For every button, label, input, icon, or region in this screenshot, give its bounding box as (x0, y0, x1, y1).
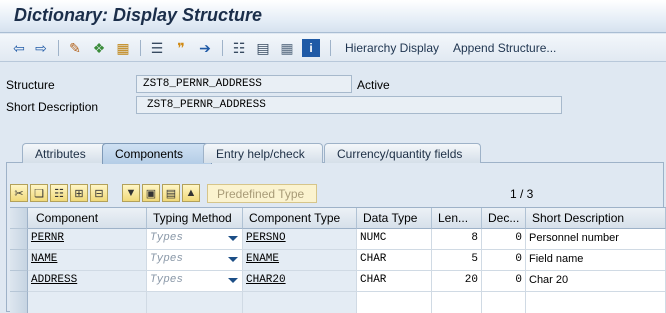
decimals-cell (482, 292, 526, 313)
chevron-down-icon[interactable] (228, 257, 238, 262)
hierarchy-display-button[interactable]: Hierarchy Display (345, 41, 439, 55)
paste-icon[interactable]: ☷ (50, 184, 68, 202)
object-list-icon[interactable]: ➔ (196, 39, 214, 57)
component-name: PERNR (31, 232, 65, 244)
component-name: NAME (31, 253, 58, 265)
data-type-cell: NUMC (357, 229, 432, 250)
row-selector[interactable] (10, 229, 28, 250)
column-header-component[interactable]: Component (28, 208, 147, 229)
column-header-length[interactable]: Len... (432, 208, 482, 229)
column-header-short-description[interactable]: Short Description (526, 208, 666, 229)
length-cell (432, 292, 482, 313)
change-display-icon[interactable]: ❖ (90, 39, 108, 57)
row-selector[interactable] (10, 250, 28, 271)
column-header-decimals[interactable]: Dec... (482, 208, 526, 229)
where-used-icon[interactable]: ☰ (148, 39, 166, 57)
chevron-down-icon[interactable] (228, 278, 238, 283)
forward-arrow-icon[interactable]: ⇨ (32, 39, 50, 57)
tab-entry-help-check[interactable]: Entry help/check (203, 143, 323, 163)
component-type-cell[interactable]: CHAR20 (243, 271, 357, 292)
component-type-value: CHAR20 (246, 274, 286, 286)
component-cell[interactable]: PERNR (28, 229, 147, 250)
window-title: Dictionary: Display Structure (14, 5, 263, 25)
activate-icon[interactable]: ▦ (114, 39, 132, 57)
component-type-cell[interactable]: PERSNO (243, 229, 357, 250)
status-text: Active (357, 78, 390, 92)
back-arrow-icon[interactable]: ⇦ (10, 39, 28, 57)
copy-icon[interactable]: ❏ (30, 184, 48, 202)
component-type-value: PERSNO (246, 232, 286, 244)
length-cell: 5 (432, 250, 482, 271)
short-description-cell: Personnel number (526, 229, 666, 250)
info-icon[interactable]: i (302, 39, 320, 57)
typing-method-cell[interactable]: Types (147, 250, 243, 271)
decimals-cell: 0 (482, 250, 526, 271)
data-type-cell: CHAR (357, 250, 432, 271)
data-type-cell (357, 292, 432, 313)
component-type-cell[interactable] (243, 292, 357, 313)
typing-method-value: Types (150, 253, 184, 265)
decimals-cell: 0 (482, 229, 526, 250)
components-table: Component Typing Method Component Type D… (10, 207, 666, 313)
tab-components[interactable]: Components (102, 143, 212, 164)
data-type-cell: CHAR (357, 271, 432, 292)
cut-icon[interactable]: ✂ (10, 184, 28, 202)
typing-method-cell[interactable]: Types (147, 271, 243, 292)
component-cell[interactable]: ADDRESS (28, 271, 147, 292)
chevron-down-icon[interactable] (228, 236, 238, 241)
tab-currency-quantity-fields[interactable]: Currency/quantity fields (324, 143, 481, 163)
insert-include-icon[interactable]: ▼ (122, 184, 140, 202)
component-name: ADDRESS (31, 274, 78, 286)
row-selector[interactable] (10, 271, 28, 292)
component-cell[interactable]: NAME (28, 250, 147, 271)
new-rows-icon[interactable]: ▣ (142, 184, 160, 202)
component-type-value: ENAME (246, 253, 280, 265)
select-all-cell[interactable] (10, 208, 28, 229)
sort-icon[interactable]: ▤ (162, 184, 180, 202)
component-cell[interactable] (28, 292, 147, 313)
length-cell: 20 (432, 271, 482, 292)
component-type-cell[interactable]: ENAME (243, 250, 357, 271)
title-bar: Dictionary: Display Structure (0, 0, 666, 33)
structure-field[interactable]: ZST8_PERNR_ADDRESS (136, 75, 352, 93)
append-structure-button[interactable]: Append Structure... (453, 41, 556, 55)
typing-method-value: Types (150, 232, 184, 244)
column-header-data-type[interactable]: Data Type (357, 208, 432, 229)
hierarchy-icon[interactable]: ☷ (230, 39, 248, 57)
column-header-component-type[interactable]: Component Type (243, 208, 357, 229)
table-view-icon[interactable]: ▦ (278, 39, 296, 57)
short-description-cell: Field name (526, 250, 666, 271)
predefined-type-button[interactable]: Predefined Type (207, 184, 317, 203)
short-description-field[interactable]: ZST8_PERNR_ADDRESS (136, 96, 562, 114)
edit-pencil-icon[interactable]: ✎ (66, 39, 84, 57)
typing-method-cell[interactable]: Types (147, 229, 243, 250)
column-header-typing-method[interactable]: Typing Method (147, 208, 243, 229)
typing-method-value: Types (150, 274, 184, 286)
length-cell: 8 (432, 229, 482, 250)
short-description-cell (526, 292, 666, 313)
delete-row-icon[interactable]: ⊟ (90, 184, 108, 202)
structure-label: Structure (6, 78, 55, 92)
top-icon[interactable]: ▲ (182, 184, 200, 202)
decimals-cell: 0 (482, 271, 526, 292)
page-indicator: 1 / 3 (510, 187, 534, 201)
inspect-icon[interactable]: ❞ (172, 39, 190, 57)
application-toolbar: ⇦ ⇨ ✎ ❖ ▦ ☰ ❞ ➔ ☷ ▤ ▦ i Hierarchy Displa… (0, 34, 666, 62)
row-selector[interactable] (10, 292, 28, 313)
typing-method-cell[interactable] (147, 292, 243, 313)
short-description-label: Short Description (6, 100, 99, 114)
print-icon[interactable]: ▤ (254, 39, 272, 57)
short-description-cell: Char 20 (526, 271, 666, 292)
insert-row-icon[interactable]: ⊞ (70, 184, 88, 202)
